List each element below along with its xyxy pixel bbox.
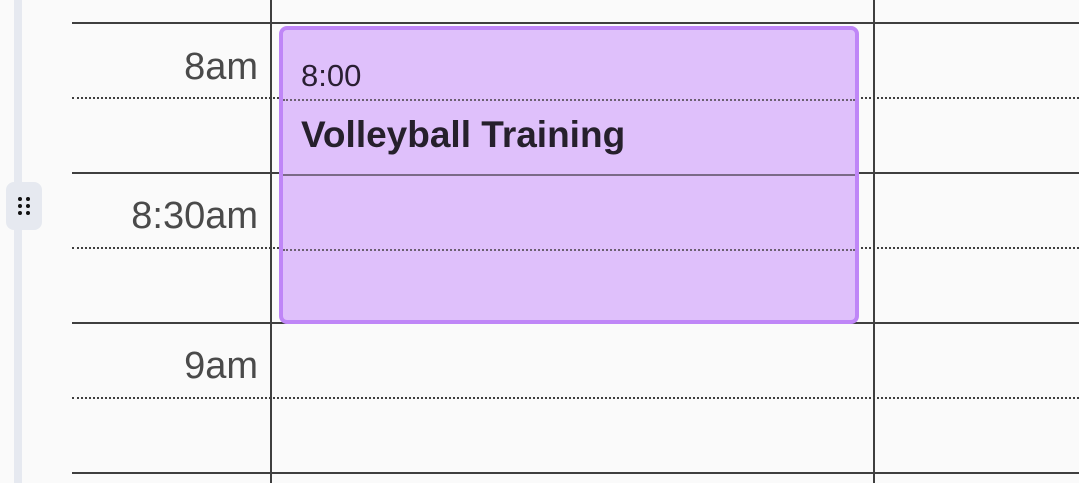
quarter-gridline: [72, 397, 1079, 399]
day-column-divider: [873, 0, 875, 483]
time-label-9am: 9am: [184, 345, 258, 387]
event-time: 8:00: [301, 58, 362, 93]
calendar-event[interactable]: 8:00 Volleyball Training: [279, 26, 859, 324]
event-half-hour-gridline: [283, 174, 855, 176]
calendar-left-rail: [14, 0, 22, 483]
time-label-8am: 8am: [184, 46, 258, 88]
hour-gridline: [72, 22, 1079, 24]
event-quarter-gridline: [283, 249, 855, 251]
event-quarter-gridline: [283, 99, 855, 101]
drag-handle-icon: [18, 197, 30, 215]
half-hour-gridline: [72, 472, 1079, 474]
time-label-830am: 8:30am: [131, 195, 258, 237]
resize-drag-handle[interactable]: [6, 182, 42, 230]
day-column-divider: [270, 0, 272, 483]
event-title: Volleyball Training: [301, 114, 626, 155]
